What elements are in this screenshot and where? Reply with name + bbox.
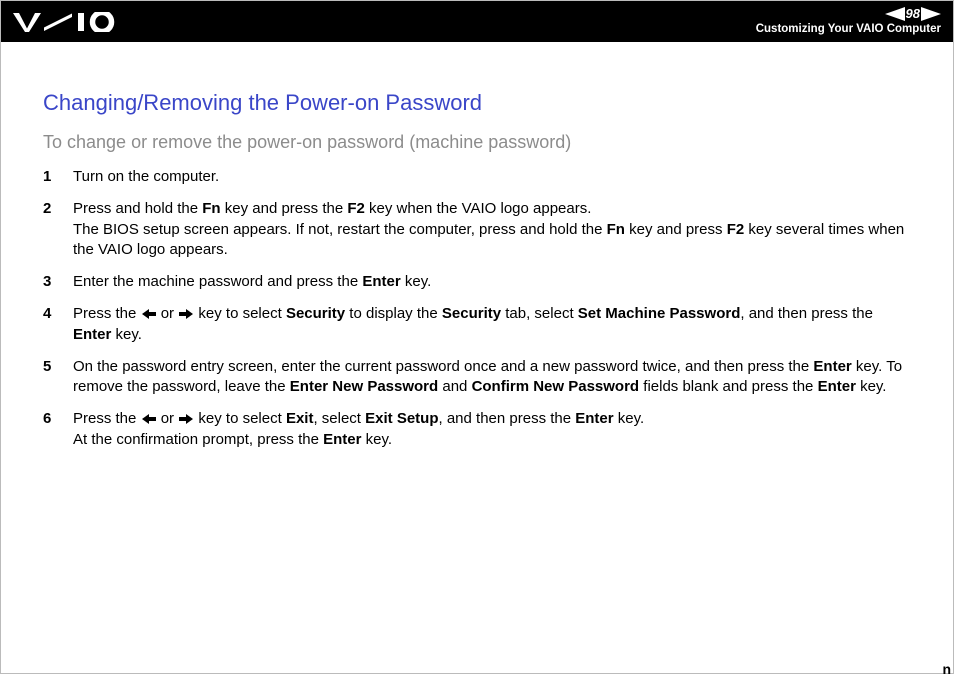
nav-pager: 98 — [885, 6, 941, 22]
steps-list: 1Turn on the computer. 2Press and hold t… — [43, 167, 911, 450]
step-text: Press the or key to select Exit, select … — [73, 409, 644, 450]
step-text: Press the or key to select Security to d… — [73, 304, 911, 345]
section-title: Customizing Your VAIO Computer — [756, 23, 941, 37]
step-text: On the password entry screen, enter the … — [73, 357, 911, 398]
step-number: 1 — [43, 168, 73, 185]
step-text: Press and hold the Fn key and press the … — [73, 199, 911, 260]
page-content: Changing/Removing the Power-on Password … — [1, 42, 953, 450]
page-subtitle: To change or remove the power-on passwor… — [43, 132, 911, 153]
header-bar: 98 Customizing Your VAIO Computer — [1, 1, 953, 42]
arrow-right-icon — [179, 309, 193, 319]
prev-page-icon[interactable] — [885, 7, 905, 21]
step-item: 4Press the or key to select Security to … — [43, 304, 911, 345]
step-text: Enter the machine password and press the… — [73, 272, 431, 292]
arrow-left-icon — [142, 414, 156, 424]
vaio-logo — [13, 1, 118, 42]
page-corner-n: n — [942, 661, 951, 677]
next-page-icon[interactable] — [921, 7, 941, 21]
step-item: 3Enter the machine password and press th… — [43, 272, 911, 292]
arrow-right-icon — [179, 414, 193, 424]
step-text: Turn on the computer. — [73, 167, 219, 187]
step-number: 4 — [43, 305, 73, 322]
step-number: 5 — [43, 358, 73, 375]
step-number: 6 — [43, 410, 73, 427]
step-item: 2Press and hold the Fn key and press the… — [43, 199, 911, 260]
header-right: 98 Customizing Your VAIO Computer — [756, 6, 941, 37]
step-item: 5On the password entry screen, enter the… — [43, 357, 911, 398]
step-number: 3 — [43, 273, 73, 290]
step-number: 2 — [43, 200, 73, 217]
page-number: 98 — [905, 6, 921, 22]
page-title: Changing/Removing the Power-on Password — [43, 90, 911, 116]
step-item: 6Press the or key to select Exit, select… — [43, 409, 911, 450]
step-item: 1Turn on the computer. — [43, 167, 911, 187]
arrow-left-icon — [142, 309, 156, 319]
